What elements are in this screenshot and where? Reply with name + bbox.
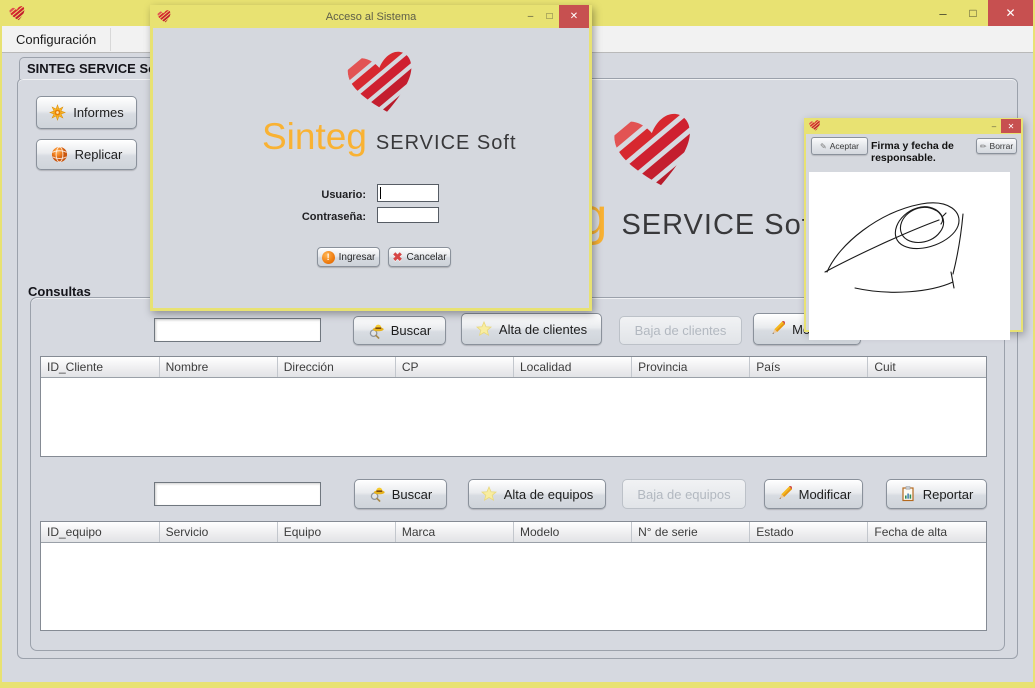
client-column-header[interactable]: Cuit (868, 357, 986, 378)
app-heart-icon (9, 6, 26, 21)
aceptar-button[interactable]: ✎ Aceptar (811, 137, 868, 155)
buscar-label: Buscar (391, 323, 431, 338)
client-column-header[interactable]: Localidad (514, 357, 632, 378)
contrasena-label: Contraseña: (298, 211, 366, 223)
dialog-minimize-button[interactable]: – (521, 5, 540, 28)
signature-body: ✎ Aceptar Firma y fecha de responsable. … (806, 134, 1021, 330)
search-hat-icon (368, 323, 384, 339)
ingresar-label: Ingresar (339, 252, 376, 263)
client-column-header[interactable]: ID_Cliente (41, 357, 159, 378)
contrasena-input[interactable] (377, 207, 439, 223)
close-button[interactable]: ✕ (988, 0, 1033, 26)
login-dialog-body: Sinteg SERVICE Soft Usuario: Contraseña:… (153, 28, 589, 308)
dialog-close-button[interactable]: ✕ (559, 5, 589, 28)
minimize-button[interactable]: – (928, 0, 958, 26)
reportar-button[interactable]: Reportar (886, 479, 987, 509)
signature-minimize-button[interactable]: – (987, 119, 1001, 133)
equipo-column-header[interactable]: ID_equipo (41, 522, 159, 543)
gear-icon (49, 104, 66, 121)
dialog-maximize-button[interactable]: □ (540, 5, 559, 28)
borrar-label: Borrar (990, 141, 1014, 151)
alta-clientes-button[interactable]: Alta de clientes (461, 313, 602, 345)
login-dialog: Acceso al Sistema – □ ✕ Sinteg SERVICE S… (150, 5, 592, 311)
client-column-header[interactable]: CP (395, 357, 513, 378)
informes-button[interactable]: Informes (36, 96, 137, 129)
equipo-column-header[interactable]: Fecha de alta (868, 522, 986, 543)
signature-close-button[interactable]: ✕ (1001, 119, 1021, 133)
client-search-input[interactable] (154, 318, 321, 342)
equipo-column-header[interactable]: Estado (750, 522, 868, 543)
client-column-header[interactable]: Provincia (632, 357, 750, 378)
brand-suffix-text: SERVICE Soft (621, 209, 819, 242)
replicar-button[interactable]: Replicar (36, 139, 137, 170)
dialog-brand-suffix: SERVICE Soft (376, 132, 517, 155)
equipo-column-header[interactable]: Marca (395, 522, 513, 543)
reportar-label: Reportar (923, 487, 974, 502)
app-screen: – □ ✕ Configuración SINTEG SERVICE Soft … (0, 0, 1035, 688)
signature-canvas[interactable] (809, 172, 1010, 340)
equipo-column-header[interactable]: Equipo (277, 522, 395, 543)
heart-logo-icon (613, 113, 697, 189)
search-hat-icon (369, 486, 385, 502)
equipo-search-input[interactable] (154, 482, 321, 506)
star-icon (481, 486, 497, 502)
menu-item-configuracion[interactable]: Configuración (2, 28, 111, 51)
exclamation-icon: ! (322, 251, 335, 264)
alta-equipos-button[interactable]: Alta de equipos (468, 479, 606, 509)
client-column-header[interactable]: País (750, 357, 868, 378)
heart-logo-icon (347, 51, 417, 115)
login-dialog-titlebar[interactable]: Acceso al Sistema – □ ✕ (150, 5, 592, 28)
client-column-header[interactable]: Dirección (277, 357, 395, 378)
clients-table: ID_Cliente Nombre Dirección CP Localidad… (40, 356, 987, 457)
cancelar-label: Cancelar (407, 252, 447, 263)
pencil-icon (769, 321, 785, 337)
maximize-button[interactable]: □ (958, 0, 988, 26)
dialog-brand-text: Sinteg (262, 116, 367, 158)
aceptar-label: Aceptar (830, 141, 859, 151)
baja-clientes-button: Baja de clientes (619, 316, 742, 345)
cancelar-button[interactable]: ✖ Cancelar (388, 247, 451, 267)
pencil-icon (776, 486, 792, 502)
alta-equipos-label: Alta de equipos (504, 487, 594, 502)
signature-window: – ✕ ✎ Aceptar Firma y fecha de responsab… (804, 118, 1023, 332)
informes-label: Informes (73, 105, 124, 120)
pencil-icon: ✎ (820, 142, 827, 151)
baja-clientes-label: Baja de clientes (635, 323, 727, 338)
globe-icon (51, 146, 68, 163)
eraser-icon: ✏ (980, 142, 987, 151)
buscar-label: Buscar (392, 487, 432, 502)
borrar-button[interactable]: ✏ Borrar (976, 138, 1017, 154)
usuario-input[interactable] (377, 184, 439, 202)
usuario-label: Usuario: (308, 189, 366, 201)
app-heart-icon (809, 120, 821, 131)
alta-clientes-label: Alta de clientes (499, 322, 587, 337)
client-column-header[interactable]: Nombre (159, 357, 277, 378)
signature-stroke (809, 172, 1010, 340)
equipos-table: ID_equipo Servicio Equipo Marca Modelo N… (40, 521, 987, 631)
baja-equipos-button: Baja de equipos (622, 479, 746, 509)
equipo-column-header[interactable]: Modelo (514, 522, 632, 543)
equipo-column-header[interactable]: Servicio (159, 522, 277, 543)
replicar-label: Replicar (75, 147, 123, 162)
equipo-column-header[interactable]: N° de serie (632, 522, 750, 543)
ingresar-button[interactable]: ! Ingresar (317, 247, 380, 267)
star-icon (476, 321, 492, 337)
modificar-equipos-button[interactable]: Modificar (764, 479, 863, 509)
modificar-equipos-label: Modificar (799, 487, 852, 502)
red-x-icon: ✖ (392, 250, 402, 264)
baja-equipos-label: Baja de equipos (637, 487, 730, 502)
signature-titlebar[interactable]: – ✕ (804, 118, 1023, 134)
text-caret (380, 187, 381, 199)
equipo-buscar-button[interactable]: Buscar (354, 479, 447, 509)
report-chart-icon (900, 486, 916, 502)
client-buscar-button[interactable]: Buscar (353, 316, 446, 345)
